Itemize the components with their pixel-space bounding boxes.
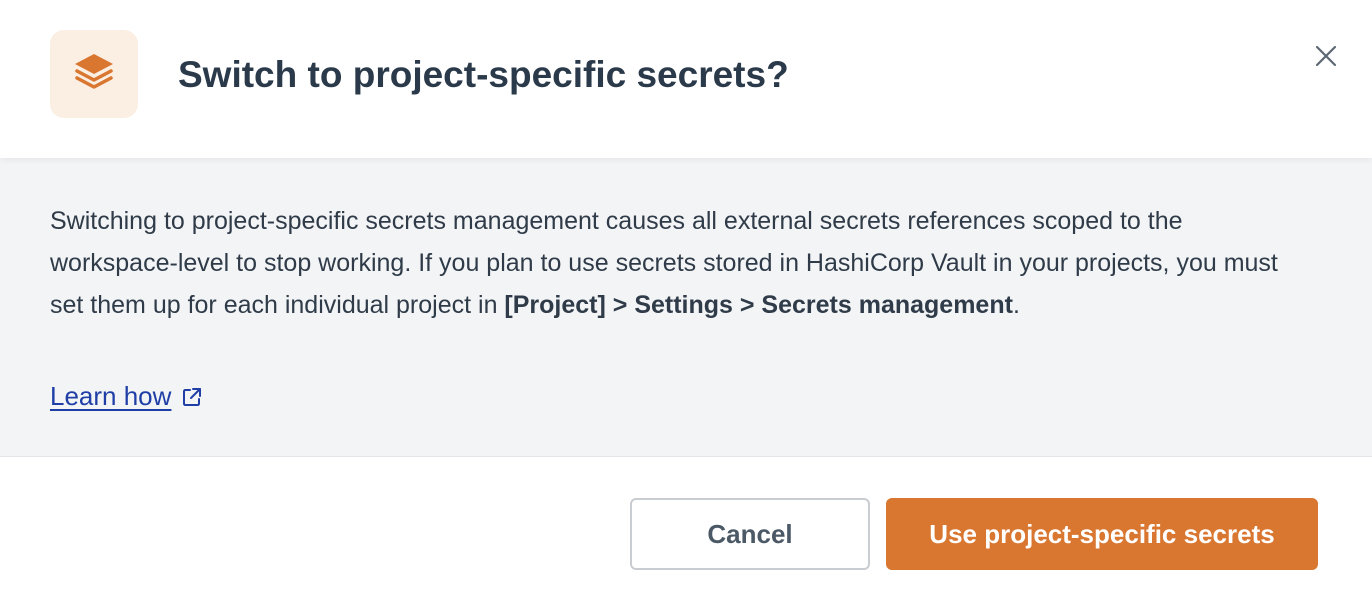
switch-secrets-dialog: Switch to project-specific secrets? Swit… [0,0,1372,592]
layers-icon-container [50,30,138,118]
settings-path: [Project] > Settings > Secrets managemen… [504,291,1013,319]
close-button[interactable] [1308,40,1344,76]
external-link-icon [181,386,203,408]
learn-how-label: Learn how [50,381,172,411]
cancel-button[interactable]: Cancel [630,498,870,570]
learn-how-link[interactable]: Learn how [50,376,203,416]
layers-icon [70,48,118,101]
use-project-specific-secrets-button[interactable]: Use project-specific secrets [886,498,1318,570]
close-icon [1314,44,1338,73]
dialog-title: Switch to project-specific secrets? [178,54,789,95]
dialog-header: Switch to project-specific secrets? [0,0,1372,158]
dialog-description: Switching to project-specific secrets ma… [50,200,1310,326]
description-text-2: . [1012,291,1020,319]
